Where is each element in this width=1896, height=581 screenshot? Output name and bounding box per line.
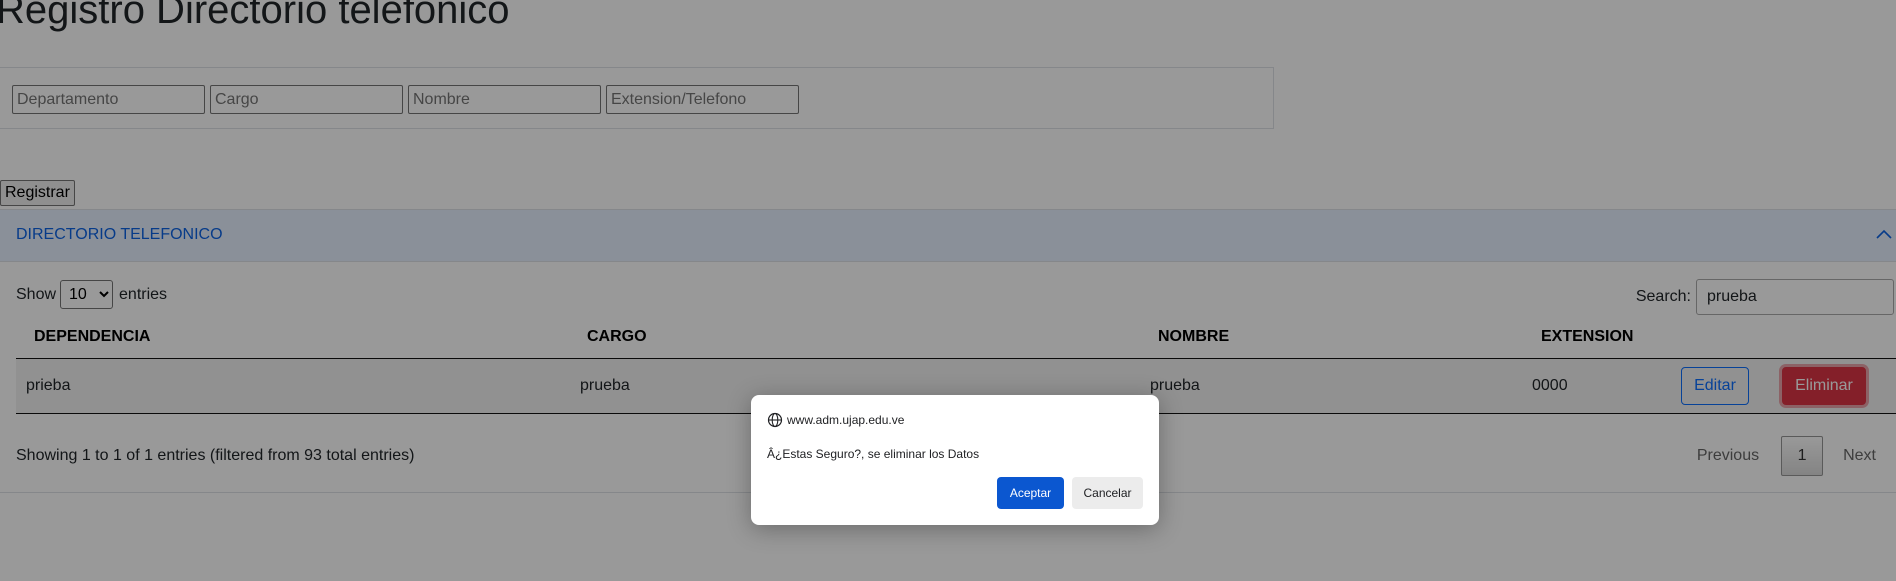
confirm-dialog: www.adm.ujap.edu.ve Â¿Estas Seguro?, se … xyxy=(751,395,1159,525)
dialog-origin: www.adm.ujap.edu.ve xyxy=(767,412,904,428)
dialog-origin-text: www.adm.ujap.edu.ve xyxy=(787,413,905,427)
dialog-cancel-button[interactable]: Cancelar xyxy=(1072,477,1143,509)
dialog-ok-button[interactable]: Aceptar xyxy=(997,477,1064,509)
dialog-message: Â¿Estas Seguro?, se eliminar los Datos xyxy=(767,447,980,461)
globe-icon xyxy=(767,412,783,428)
